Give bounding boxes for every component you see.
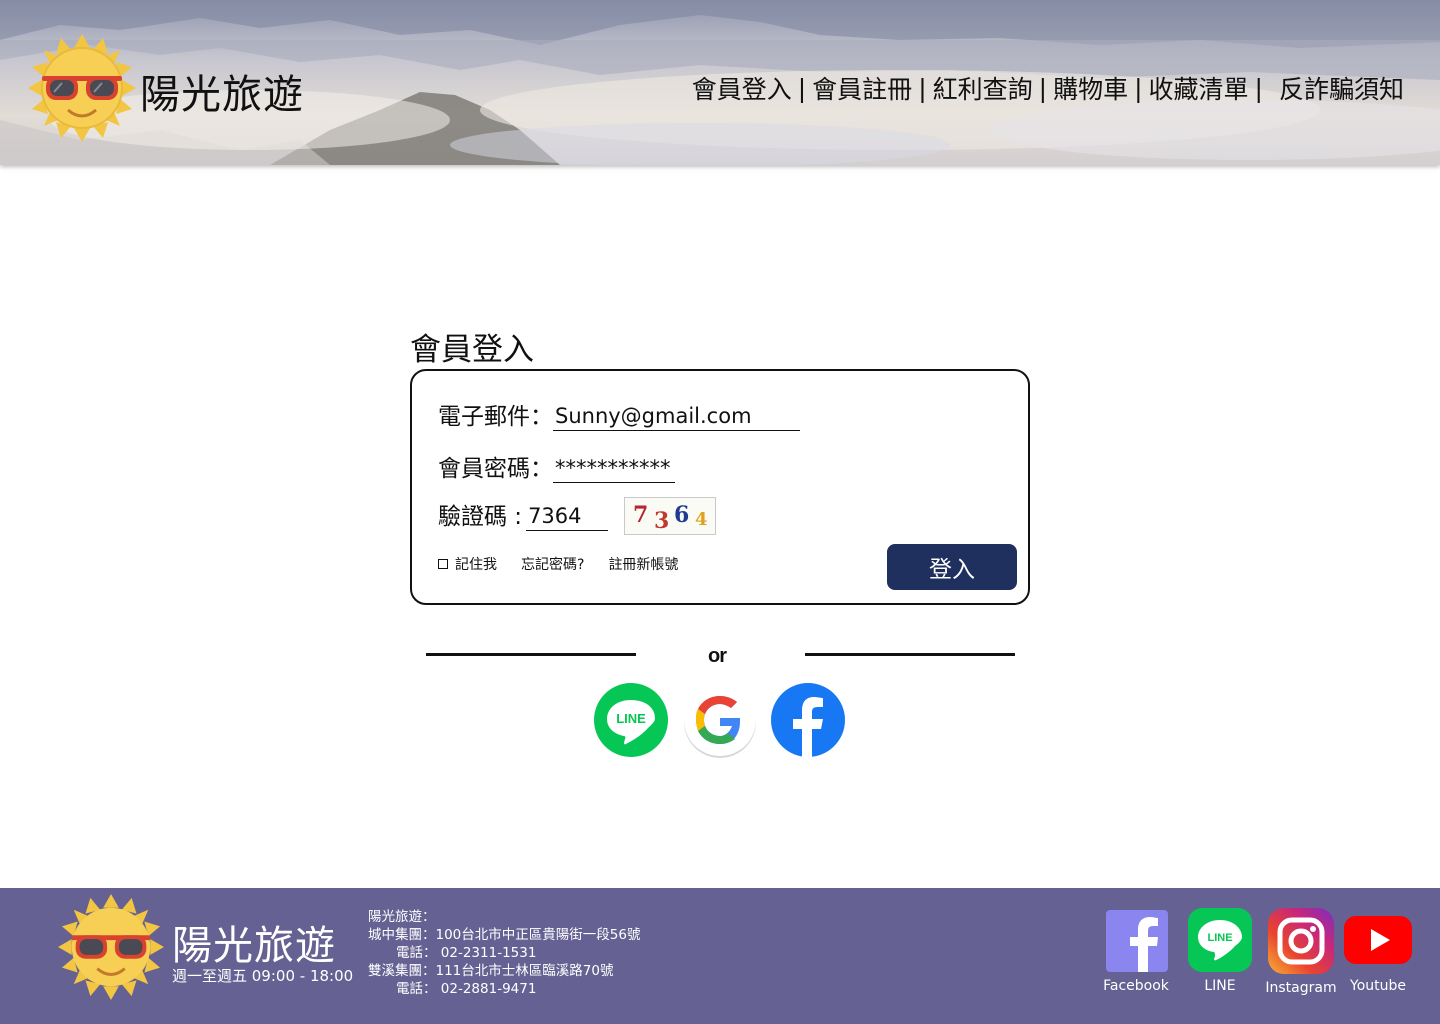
site-brand-name[interactable]: 陽光旅遊 <box>140 62 304 120</box>
login-options: 記住我 忘記密碼? 註冊新帳號 <box>438 554 702 574</box>
line-login-icon[interactable]: LINE <box>594 683 668 757</box>
top-navigation: 會員登入 | 會員註冊 | 紅利查詢 | 購物車 | 收藏清單 | 反詐騙須知 <box>692 70 1404 106</box>
facebook-login-icon[interactable] <box>771 683 845 757</box>
password-input[interactable]: *********** <box>553 455 675 483</box>
captcha-image: 7 3 6 4 <box>624 497 716 535</box>
nav-separator: | <box>918 73 927 103</box>
remember-me-checkbox[interactable] <box>438 559 448 569</box>
google-login-icon[interactable] <box>683 683 757 761</box>
captcha-label: 驗證碼 : <box>438 504 523 530</box>
email-label: 電子郵件： <box>438 404 553 430</box>
email-row: 電子郵件： Sunny@gmail.com <box>438 397 800 431</box>
divider-line-right <box>805 653 1015 656</box>
nav-separator: | <box>797 73 807 103</box>
login-submit-button[interactable]: 登入 <box>887 544 1017 590</box>
nav-separator: | <box>1134 73 1143 103</box>
footer-business-hours: 週一至週五 09:00 - 18:00 <box>172 967 354 985</box>
footer-branch-phone: 電話： 02-2311-1531 <box>396 945 537 961</box>
nav-anti-fraud[interactable]: 反詐騙須知 <box>1279 70 1404 106</box>
footer-instagram-link[interactable]: Instagram <box>1264 908 1338 996</box>
sun-sunglasses-logo <box>58 894 164 1000</box>
footer-instagram-label: Instagram <box>1265 980 1337 996</box>
instagram-icon <box>1268 908 1334 974</box>
footer-info-title: 陽光旅遊： <box>368 909 436 925</box>
nav-member-register[interactable]: 會員註冊 <box>812 70 912 106</box>
remember-me-label[interactable]: 記住我 <box>455 554 497 574</box>
footer-contact-info: 陽光旅遊： 城中集團：100台北市中正區貴陽街一段56號 電話： 02-2311… <box>368 908 640 998</box>
or-divider-label: or <box>708 645 727 667</box>
divider-line-left <box>426 653 636 656</box>
line-icon: LINE <box>1188 908 1252 972</box>
site-header: 陽光旅遊 會員登入 | 會員註冊 | 紅利查詢 | 購物車 | 收藏清單 | 反… <box>0 0 1440 165</box>
login-title: 會員登入 <box>410 332 534 368</box>
nav-separator: | <box>1038 73 1048 103</box>
footer-branch-phone: 電話： 02-2881-9471 <box>396 981 537 997</box>
footer-youtube-label: Youtube <box>1350 978 1406 994</box>
footer-branch-address: 雙溪集團：111台北市士林區臨溪路70號 <box>368 963 614 979</box>
password-row: 會員密碼： *********** <box>438 449 675 483</box>
captcha-input[interactable]: 7364 <box>526 503 609 531</box>
forgot-password-link[interactable]: 忘記密碼? <box>521 554 584 574</box>
footer-branch-address: 城中集團：100台北市中正區貴陽街一段56號 <box>368 927 641 943</box>
footer-facebook-link[interactable]: Facebook <box>1100 908 1172 994</box>
sun-sunglasses-logo <box>28 34 136 142</box>
footer-facebook-label: Facebook <box>1103 978 1169 994</box>
youtube-icon <box>1344 916 1412 964</box>
nav-favorites[interactable]: 收藏清單 <box>1149 70 1249 106</box>
svg-text:LINE: LINE <box>616 711 646 726</box>
captcha-row: 驗證碼 : 7364 <box>438 497 609 531</box>
svg-text:LINE: LINE <box>1207 932 1232 944</box>
captcha-digit: 3 <box>654 508 670 534</box>
footer-brand-name: 陽光旅遊 <box>172 923 336 969</box>
register-account-link[interactable]: 註冊新帳號 <box>608 554 678 574</box>
login-form: 電子郵件： Sunny@gmail.com 會員密碼： *********** … <box>410 369 1030 605</box>
footer-line-label: LINE <box>1204 978 1236 994</box>
facebook-icon <box>1106 910 1168 972</box>
nav-separator: | <box>1254 73 1263 103</box>
footer-line-link[interactable]: LINE LINE <box>1186 908 1254 994</box>
nav-member-login[interactable]: 會員登入 <box>692 70 792 106</box>
nav-shopping-cart[interactable]: 購物車 <box>1053 70 1128 106</box>
site-footer: 陽光旅遊 週一至週五 09:00 - 18:00 陽光旅遊： 城中集團：100台… <box>0 888 1440 1024</box>
footer-youtube-link[interactable]: Youtube <box>1342 908 1414 994</box>
nav-bonus-query[interactable]: 紅利查詢 <box>933 70 1033 106</box>
password-label: 會員密碼： <box>438 456 553 482</box>
captcha-digit: 6 <box>674 502 690 528</box>
captcha-digit: 7 <box>633 502 649 528</box>
email-input[interactable]: Sunny@gmail.com <box>553 403 800 431</box>
captcha-digit: 4 <box>695 509 708 530</box>
